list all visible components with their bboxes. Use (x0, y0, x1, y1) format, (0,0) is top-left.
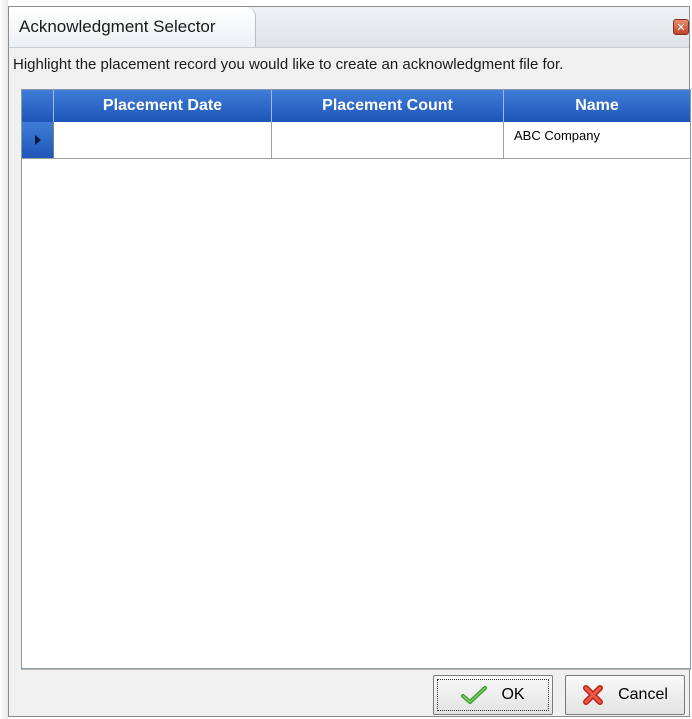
cancel-button[interactable]: Cancel (565, 675, 685, 715)
column-header-placement-count[interactable]: Placement Count (272, 90, 504, 122)
cell-name[interactable]: ABC Company (504, 122, 690, 158)
instruction-text: Highlight the placement record you would… (13, 56, 564, 73)
red-x-icon (582, 684, 604, 706)
title-tab: Acknowledgment Selector (9, 7, 256, 47)
row-indicator-header (22, 90, 54, 122)
column-header-name[interactable]: Name (504, 90, 690, 122)
row-selector[interactable] (22, 122, 54, 158)
current-row-arrow-icon (34, 135, 41, 145)
title-bar[interactable]: Acknowledgment Selector ✕ (9, 7, 689, 48)
ok-label: OK (501, 686, 525, 703)
close-button[interactable]: ✕ (673, 19, 689, 35)
cell-placement-date[interactable] (54, 122, 272, 158)
window-shadow-edge (0, 0, 8, 719)
cell-placement-count[interactable] (272, 122, 504, 158)
placement-grid[interactable]: Placement Date Placement Count Name ABC … (21, 89, 691, 669)
checkmark-icon (461, 685, 488, 705)
column-header-placement-date[interactable]: Placement Date (54, 90, 272, 122)
close-icon: ✕ (676, 22, 686, 34)
window-title: Acknowledgment Selector (19, 17, 216, 36)
footer-divider (21, 669, 691, 670)
acknowledgment-selector-dialog: Acknowledgment Selector ✕ Highlight the … (8, 6, 691, 717)
ok-button[interactable]: OK (433, 675, 553, 715)
cancel-label: Cancel (618, 686, 668, 703)
grid-header: Placement Date Placement Count Name (22, 90, 690, 122)
table-row[interactable]: ABC Company (22, 122, 690, 159)
